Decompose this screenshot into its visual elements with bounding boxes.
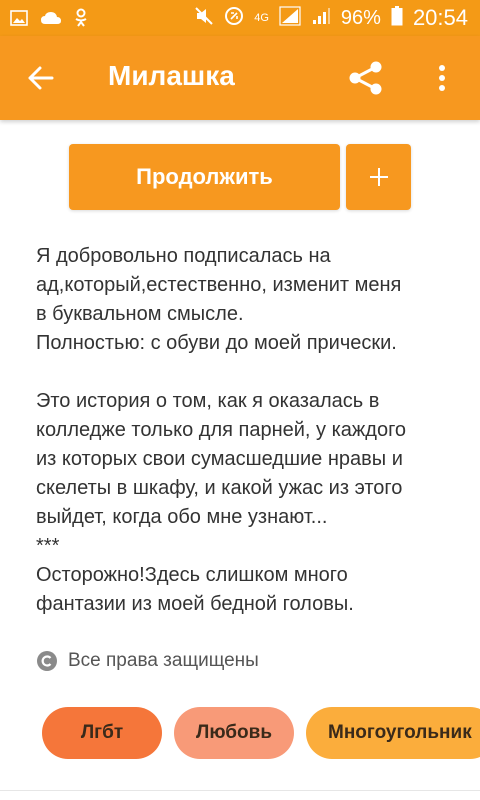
network-4g-icon: 4G	[254, 11, 269, 24]
signal-icon	[311, 6, 331, 31]
description-line: выйдет, когда обо мне узнают...	[36, 506, 328, 528]
copyright-icon	[37, 651, 57, 671]
odnoklassniki-icon	[74, 8, 88, 33]
continue-reading-button[interactable]: Продолжить	[69, 144, 340, 210]
signal-icon	[279, 5, 301, 31]
back-button[interactable]	[18, 56, 62, 100]
tag-chip[interactable]: Многоугольник	[306, 707, 480, 759]
more-vert-icon	[439, 65, 445, 91]
description-line: в буквальном смысле.	[36, 303, 244, 325]
description-line: Осторожно!Здесь слишком много	[36, 564, 348, 586]
clock: 20:54	[412, 5, 468, 30]
arrow-left-icon	[28, 66, 54, 90]
cloud-icon	[40, 10, 62, 31]
more-options-button[interactable]	[420, 56, 464, 100]
description-line: ***	[36, 535, 60, 557]
status-right-icons: 4G 96% 20:54	[194, 4, 468, 32]
tag-list: Лгбт Любовь Многоугольник	[42, 707, 480, 759]
gallery-icon	[10, 10, 28, 31]
plus-icon	[369, 168, 388, 186]
description-line: из которых свои сумасшедшие нравы и	[36, 448, 403, 470]
divider	[0, 790, 480, 791]
page-title: Милашка	[108, 60, 235, 91]
mute-icon	[194, 6, 214, 31]
description-line: Полностью: с обуви до моей прически.	[36, 332, 397, 354]
data-saver-icon	[224, 6, 244, 31]
description-line: скелеты в шкафу, и какой ужас из этого	[36, 477, 403, 499]
share-icon	[349, 61, 382, 95]
copyright-notice: Все права защищены	[36, 650, 259, 672]
tag-chip[interactable]: Лгбт	[42, 707, 162, 759]
status-left-icons	[10, 8, 88, 33]
story-description: Я добровольно подписалась на ад,который,…	[36, 242, 446, 619]
description-line: Это история о том, как я оказалась в	[36, 390, 380, 412]
copyright-label: Все права защищены	[68, 650, 259, 671]
battery-percent: 96%	[340, 6, 381, 29]
tag-chip[interactable]: Любовь	[174, 707, 294, 759]
description-line: Я добровольно подписалась на	[36, 245, 331, 267]
status-bar: 4G 96% 20:54	[0, 0, 480, 36]
description-line: ад,который,естественно, изменит меня	[36, 274, 402, 296]
description-line: колледже только для парней, у каждого	[36, 419, 407, 441]
battery-icon	[391, 5, 403, 31]
share-button[interactable]	[344, 56, 388, 100]
description-line: фантазии из моей бедной головы.	[36, 593, 354, 615]
app-bar: Милашка	[0, 36, 480, 120]
add-button[interactable]	[346, 144, 411, 210]
